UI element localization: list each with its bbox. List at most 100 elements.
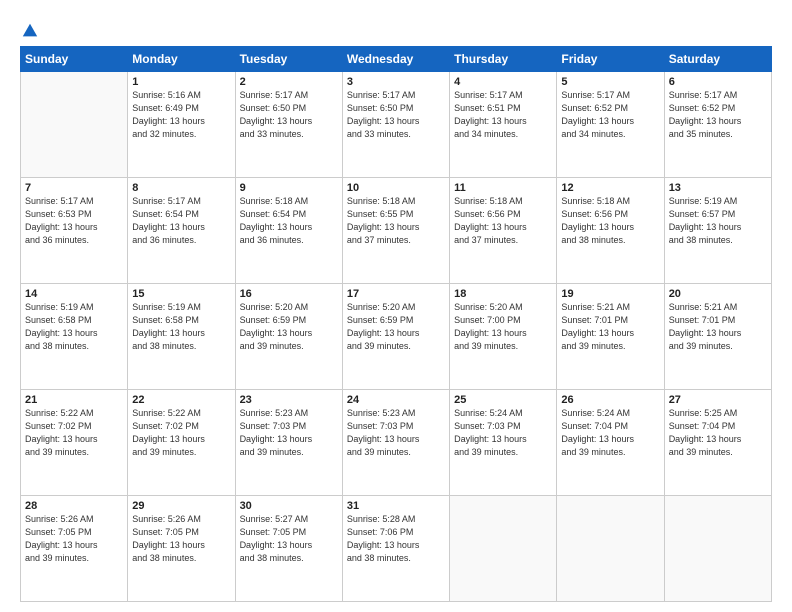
day-number: 13 (669, 182, 767, 194)
day-number: 12 (561, 182, 659, 194)
day-detail: Sunrise: 5:19 AM Sunset: 6:58 PM Dayligh… (132, 301, 230, 353)
calendar-table: SundayMondayTuesdayWednesdayThursdayFrid… (20, 46, 772, 602)
day-number: 15 (132, 288, 230, 300)
calendar-cell: 12Sunrise: 5:18 AM Sunset: 6:56 PM Dayli… (557, 178, 664, 284)
day-detail: Sunrise: 5:17 AM Sunset: 6:54 PM Dayligh… (132, 195, 230, 247)
day-detail: Sunrise: 5:18 AM Sunset: 6:55 PM Dayligh… (347, 195, 445, 247)
calendar-cell: 21Sunrise: 5:22 AM Sunset: 7:02 PM Dayli… (21, 390, 128, 496)
day-detail: Sunrise: 5:22 AM Sunset: 7:02 PM Dayligh… (132, 407, 230, 459)
calendar-cell: 20Sunrise: 5:21 AM Sunset: 7:01 PM Dayli… (664, 284, 771, 390)
week-row-3: 14Sunrise: 5:19 AM Sunset: 6:58 PM Dayli… (21, 284, 772, 390)
calendar-cell: 9Sunrise: 5:18 AM Sunset: 6:54 PM Daylig… (235, 178, 342, 284)
day-number: 5 (561, 76, 659, 88)
logo-icon (21, 22, 39, 40)
day-number: 27 (669, 394, 767, 406)
day-detail: Sunrise: 5:24 AM Sunset: 7:04 PM Dayligh… (561, 407, 659, 459)
day-detail: Sunrise: 5:16 AM Sunset: 6:49 PM Dayligh… (132, 89, 230, 141)
day-number: 6 (669, 76, 767, 88)
day-number: 4 (454, 76, 552, 88)
day-number: 18 (454, 288, 552, 300)
day-detail: Sunrise: 5:23 AM Sunset: 7:03 PM Dayligh… (347, 407, 445, 459)
day-number: 22 (132, 394, 230, 406)
day-detail: Sunrise: 5:17 AM Sunset: 6:52 PM Dayligh… (669, 89, 767, 141)
day-detail: Sunrise: 5:19 AM Sunset: 6:57 PM Dayligh… (669, 195, 767, 247)
logo (20, 22, 39, 38)
calendar-cell: 6Sunrise: 5:17 AM Sunset: 6:52 PM Daylig… (664, 72, 771, 178)
day-number: 17 (347, 288, 445, 300)
calendar-cell: 27Sunrise: 5:25 AM Sunset: 7:04 PM Dayli… (664, 390, 771, 496)
day-detail: Sunrise: 5:18 AM Sunset: 6:54 PM Dayligh… (240, 195, 338, 247)
calendar-cell: 29Sunrise: 5:26 AM Sunset: 7:05 PM Dayli… (128, 496, 235, 602)
day-detail: Sunrise: 5:26 AM Sunset: 7:05 PM Dayligh… (25, 513, 123, 565)
calendar-cell: 1Sunrise: 5:16 AM Sunset: 6:49 PM Daylig… (128, 72, 235, 178)
day-number: 21 (25, 394, 123, 406)
weekday-header-saturday: Saturday (664, 47, 771, 72)
day-detail: Sunrise: 5:26 AM Sunset: 7:05 PM Dayligh… (132, 513, 230, 565)
day-number: 30 (240, 500, 338, 512)
weekday-header-friday: Friday (557, 47, 664, 72)
day-number: 23 (240, 394, 338, 406)
weekday-header-row: SundayMondayTuesdayWednesdayThursdayFrid… (21, 47, 772, 72)
weekday-header-thursday: Thursday (450, 47, 557, 72)
day-detail: Sunrise: 5:18 AM Sunset: 6:56 PM Dayligh… (561, 195, 659, 247)
calendar-cell: 11Sunrise: 5:18 AM Sunset: 6:56 PM Dayli… (450, 178, 557, 284)
calendar-cell: 26Sunrise: 5:24 AM Sunset: 7:04 PM Dayli… (557, 390, 664, 496)
calendar-cell (21, 72, 128, 178)
day-detail: Sunrise: 5:21 AM Sunset: 7:01 PM Dayligh… (561, 301, 659, 353)
calendar-cell: 10Sunrise: 5:18 AM Sunset: 6:55 PM Dayli… (342, 178, 449, 284)
day-number: 24 (347, 394, 445, 406)
day-detail: Sunrise: 5:28 AM Sunset: 7:06 PM Dayligh… (347, 513, 445, 565)
day-detail: Sunrise: 5:25 AM Sunset: 7:04 PM Dayligh… (669, 407, 767, 459)
calendar-cell: 15Sunrise: 5:19 AM Sunset: 6:58 PM Dayli… (128, 284, 235, 390)
day-detail: Sunrise: 5:24 AM Sunset: 7:03 PM Dayligh… (454, 407, 552, 459)
day-number: 3 (347, 76, 445, 88)
day-number: 7 (25, 182, 123, 194)
day-number: 9 (240, 182, 338, 194)
weekday-header-sunday: Sunday (21, 47, 128, 72)
day-detail: Sunrise: 5:22 AM Sunset: 7:02 PM Dayligh… (25, 407, 123, 459)
day-number: 28 (25, 500, 123, 512)
week-row-4: 21Sunrise: 5:22 AM Sunset: 7:02 PM Dayli… (21, 390, 772, 496)
day-detail: Sunrise: 5:20 AM Sunset: 7:00 PM Dayligh… (454, 301, 552, 353)
day-number: 25 (454, 394, 552, 406)
calendar-cell: 18Sunrise: 5:20 AM Sunset: 7:00 PM Dayli… (450, 284, 557, 390)
week-row-5: 28Sunrise: 5:26 AM Sunset: 7:05 PM Dayli… (21, 496, 772, 602)
day-detail: Sunrise: 5:20 AM Sunset: 6:59 PM Dayligh… (240, 301, 338, 353)
day-number: 29 (132, 500, 230, 512)
day-number: 20 (669, 288, 767, 300)
header (20, 18, 772, 38)
weekday-header-monday: Monday (128, 47, 235, 72)
calendar-cell: 30Sunrise: 5:27 AM Sunset: 7:05 PM Dayli… (235, 496, 342, 602)
day-number: 26 (561, 394, 659, 406)
calendar-cell: 28Sunrise: 5:26 AM Sunset: 7:05 PM Dayli… (21, 496, 128, 602)
day-detail: Sunrise: 5:17 AM Sunset: 6:53 PM Dayligh… (25, 195, 123, 247)
day-detail: Sunrise: 5:23 AM Sunset: 7:03 PM Dayligh… (240, 407, 338, 459)
calendar-cell: 2Sunrise: 5:17 AM Sunset: 6:50 PM Daylig… (235, 72, 342, 178)
calendar-cell: 16Sunrise: 5:20 AM Sunset: 6:59 PM Dayli… (235, 284, 342, 390)
calendar-cell: 24Sunrise: 5:23 AM Sunset: 7:03 PM Dayli… (342, 390, 449, 496)
day-number: 2 (240, 76, 338, 88)
day-number: 11 (454, 182, 552, 194)
calendar-cell: 22Sunrise: 5:22 AM Sunset: 7:02 PM Dayli… (128, 390, 235, 496)
calendar-cell: 13Sunrise: 5:19 AM Sunset: 6:57 PM Dayli… (664, 178, 771, 284)
day-detail: Sunrise: 5:27 AM Sunset: 7:05 PM Dayligh… (240, 513, 338, 565)
calendar-cell (450, 496, 557, 602)
calendar-cell: 25Sunrise: 5:24 AM Sunset: 7:03 PM Dayli… (450, 390, 557, 496)
day-detail: Sunrise: 5:17 AM Sunset: 6:50 PM Dayligh… (347, 89, 445, 141)
calendar-cell (557, 496, 664, 602)
weekday-header-tuesday: Tuesday (235, 47, 342, 72)
day-detail: Sunrise: 5:17 AM Sunset: 6:52 PM Dayligh… (561, 89, 659, 141)
calendar-cell: 19Sunrise: 5:21 AM Sunset: 7:01 PM Dayli… (557, 284, 664, 390)
day-detail: Sunrise: 5:18 AM Sunset: 6:56 PM Dayligh… (454, 195, 552, 247)
calendar-cell: 8Sunrise: 5:17 AM Sunset: 6:54 PM Daylig… (128, 178, 235, 284)
page: SundayMondayTuesdayWednesdayThursdayFrid… (0, 0, 792, 612)
calendar-cell: 14Sunrise: 5:19 AM Sunset: 6:58 PM Dayli… (21, 284, 128, 390)
week-row-2: 7Sunrise: 5:17 AM Sunset: 6:53 PM Daylig… (21, 178, 772, 284)
day-number: 8 (132, 182, 230, 194)
day-detail: Sunrise: 5:19 AM Sunset: 6:58 PM Dayligh… (25, 301, 123, 353)
calendar-cell: 3Sunrise: 5:17 AM Sunset: 6:50 PM Daylig… (342, 72, 449, 178)
day-detail: Sunrise: 5:17 AM Sunset: 6:50 PM Dayligh… (240, 89, 338, 141)
weekday-header-wednesday: Wednesday (342, 47, 449, 72)
calendar-cell: 23Sunrise: 5:23 AM Sunset: 7:03 PM Dayli… (235, 390, 342, 496)
day-detail: Sunrise: 5:20 AM Sunset: 6:59 PM Dayligh… (347, 301, 445, 353)
